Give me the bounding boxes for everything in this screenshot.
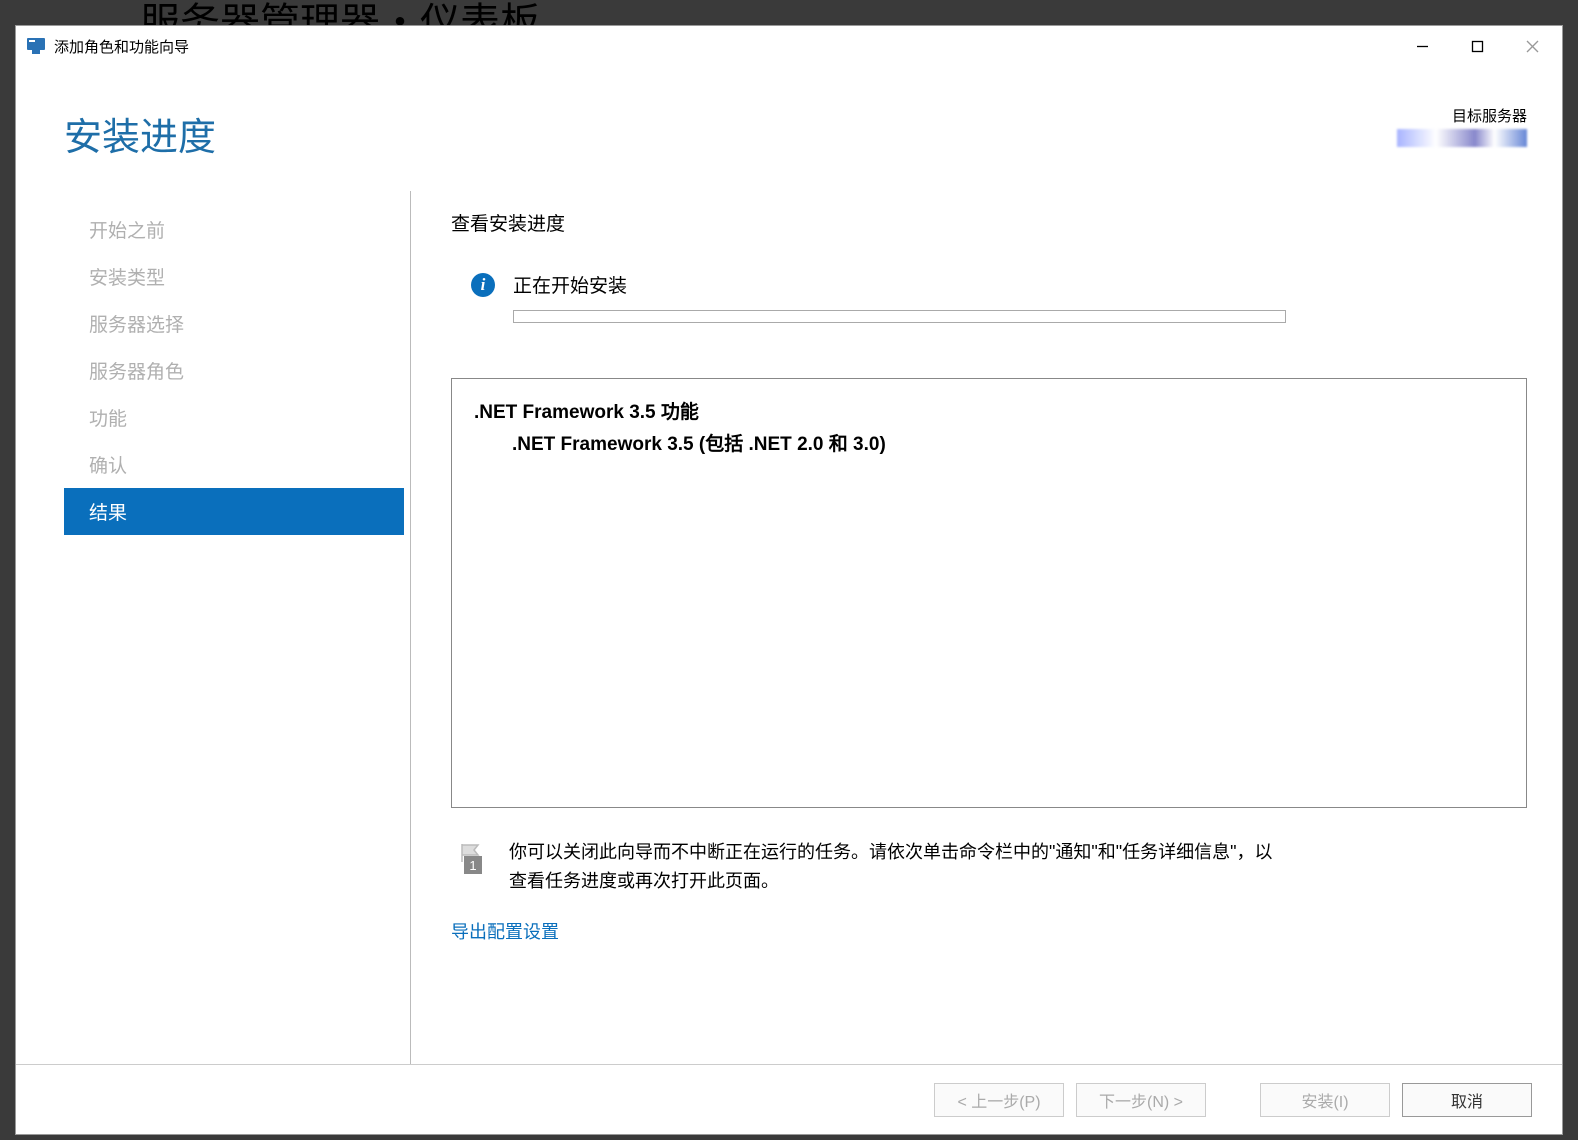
export-config-link[interactable]: 导出配置设置 [451, 918, 1527, 944]
status-text: 正在开始安装 [513, 271, 627, 298]
step-server-selection: 服务器选择 [64, 300, 404, 347]
note-text: 你可以关闭此向导而不中断正在运行的任务。请依次单击命令栏中的"通知"和"任务详细… [509, 838, 1284, 896]
step-confirm: 确认 [64, 441, 404, 488]
sidebar: 开始之前 安装类型 服务器选择 服务器角色 功能 确认 结果 [16, 191, 411, 1064]
cancel-button[interactable]: 取消 [1402, 1083, 1532, 1117]
next-button: 下一步(N) > [1076, 1083, 1206, 1117]
step-features: 功能 [64, 394, 404, 441]
target-server-info: 目标服务器 [1397, 106, 1527, 154]
info-icon: i [471, 273, 495, 297]
install-details-box: .NET Framework 3.5 功能 .NET Framework 3.5… [451, 378, 1527, 808]
footer-note: 1 你可以关闭此向导而不中断正在运行的任务。请依次单击命令栏中的"通知"和"任务… [451, 838, 1527, 896]
flag-count: 1 [464, 856, 482, 874]
close-button[interactable] [1505, 27, 1560, 65]
minimize-button[interactable] [1395, 27, 1450, 65]
button-bar: < 上一步(P) 下一步(N) > 安装(I) 取消 [16, 1064, 1562, 1134]
window-title: 添加角色和功能向导 [54, 36, 1395, 57]
progress-bar [513, 310, 1286, 323]
wizard-window: 添加角色和功能向导 安装进度 目标服务器 开始之前 安装类型 服务器选择 [15, 25, 1563, 1135]
step-list: 开始之前 安装类型 服务器选择 服务器角色 功能 确认 结果 [64, 206, 404, 535]
body: 开始之前 安装类型 服务器选择 服务器角色 功能 确认 结果 查看安装进度 i … [16, 191, 1562, 1064]
step-results: 结果 [64, 488, 404, 535]
header: 安装进度 目标服务器 [16, 66, 1562, 191]
maximize-button[interactable] [1450, 27, 1505, 65]
status-row: i 正在开始安装 [451, 271, 1527, 298]
step-install-type: 安装类型 [64, 253, 404, 300]
page-title: 安装进度 [64, 106, 216, 161]
detail-line-2: .NET Framework 3.5 (包括 .NET 2.0 和 3.0) [474, 429, 1504, 461]
step-before-begin: 开始之前 [64, 206, 404, 253]
titlebar: 添加角色和功能向导 [16, 26, 1562, 66]
detail-line-1: .NET Framework 3.5 功能 [474, 397, 1504, 429]
app-icon [26, 36, 46, 56]
target-server-label: 目标服务器 [1397, 106, 1527, 129]
target-server-name [1397, 129, 1527, 147]
previous-button: < 上一步(P) [934, 1083, 1064, 1117]
section-title: 查看安装进度 [451, 209, 1527, 236]
step-server-roles: 服务器角色 [64, 347, 404, 394]
main-content: 查看安装进度 i 正在开始安装 .NET Framework 3.5 功能 .N… [411, 191, 1562, 1064]
flag-icon: 1 [456, 842, 484, 874]
window-controls [1395, 27, 1560, 65]
install-button: 安装(I) [1260, 1083, 1390, 1117]
